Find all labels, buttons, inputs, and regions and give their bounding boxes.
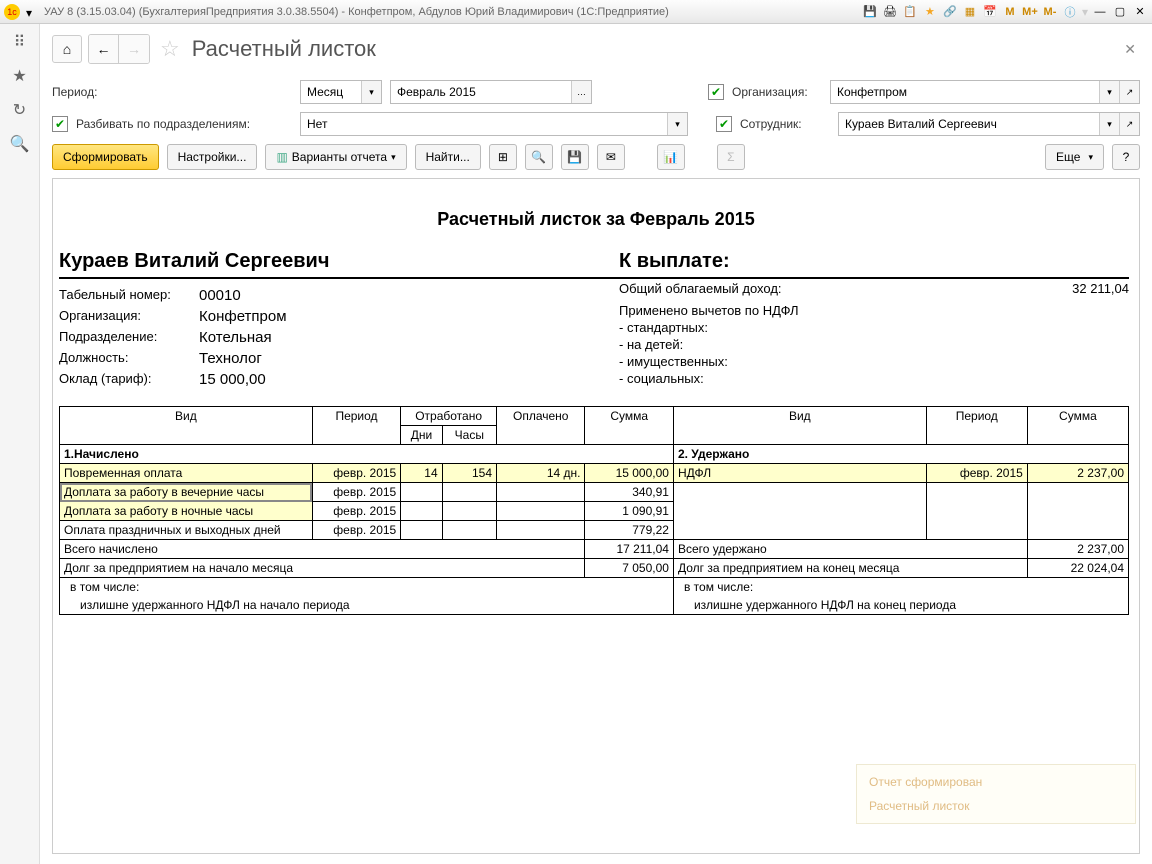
dept-label: Подразделение: [59,329,199,346]
variants-button[interactable]: ▥Варианты отчета▾ [265,144,406,170]
m-button[interactable]: M [1002,4,1018,20]
save-icon[interactable]: 💾 [862,4,878,20]
dropdown-icon[interactable]: ▾ [26,6,38,18]
link-icon[interactable]: 🔗 [942,4,958,20]
window-titlebar: 1c ▾ УАУ 8 (3.15.03.04) (БухгалтерияПред… [0,0,1152,24]
expand-button[interactable]: ⊞ [489,144,517,170]
emp-checkbox[interactable]: ✔ [716,116,732,132]
star-icon[interactable]: ★ [922,4,938,20]
left-dock: ⠿ ★ ↻ 🔍 [0,24,40,864]
org-info-value: Конфетпром [199,308,287,325]
salary-label: Оклад (тариф): [59,371,199,388]
table-row: Долг за предприятием на начало месяца 7 … [60,559,1129,578]
close-tab-button[interactable]: ✕ [1120,37,1140,62]
save-report-button[interactable]: 💾 [561,144,589,170]
apps-icon[interactable]: ⠿ [10,32,30,52]
chevron-down-icon[interactable]: ▾ [667,113,687,135]
dept-value: Котельная [199,329,272,346]
org-info-label: Организация: [59,308,199,325]
maximize-icon[interactable]: ▢ [1112,4,1128,20]
generate-button[interactable]: Сформировать [52,144,159,170]
window-title: УАУ 8 (3.15.03.04) (БухгалтерияПредприят… [44,6,862,18]
chevron-down-icon[interactable]: ▾ [1099,113,1119,135]
emp-combo[interactable]: Кураев Виталий Сергеевич ▾ ↗ [838,112,1140,136]
salary-value: 15 000,00 [199,371,266,388]
org-label: Организация: [732,85,822,99]
preview-button[interactable]: 🔍 [525,144,553,170]
mminus-button[interactable]: M- [1042,4,1058,20]
chart-button[interactable]: 📊 [657,144,685,170]
ded-social: - социальных: [619,370,1129,387]
info-icon[interactable]: ⓘ [1062,4,1078,20]
mplus-button[interactable]: M+ [1022,4,1038,20]
payroll-table: Вид Период Отработано Оплачено Сумма Вид… [59,406,1129,615]
more-button[interactable]: Еще▾ [1045,144,1104,170]
table-row[interactable]: Доплата за работу в ночные часы февр. 20… [60,502,1129,521]
table-row[interactable]: Доплата за работу в вечерние часы февр. … [60,483,1129,502]
history-icon[interactable]: ↻ [10,100,30,120]
period-type-combo[interactable]: Месяц ▾ [300,80,382,104]
settings-button[interactable]: Настройки... [167,144,258,170]
sum-button[interactable]: Σ [717,144,745,170]
split-label: Разбивать по подразделениям: [76,117,292,131]
table-row[interactable]: Оплата праздничных и выходных дней февр.… [60,521,1129,540]
pos-label: Должность: [59,350,199,367]
forward-button[interactable]: → [119,35,149,63]
app-icon: 1c [4,4,20,20]
print-icon[interactable]: 🖨 [882,4,898,20]
split-combo[interactable]: Нет ▾ [300,112,688,136]
notification-text: Расчетный листок [869,799,1123,813]
page-title: Расчетный листок [192,36,376,62]
org-combo[interactable]: Конфетпром ▾ ↗ [830,80,1140,104]
table-row: Всего начислено 17 211,04 Всего удержано… [60,540,1129,559]
home-button[interactable]: ⌂ [52,35,82,63]
chevron-down-icon[interactable]: ▾ [1099,81,1119,103]
minimize-icon[interactable]: — [1092,4,1108,20]
deductions-title: Применено вычетов по НДФЛ [619,302,1129,319]
close-icon[interactable]: ✕ [1132,4,1148,20]
ded-children: - на детей: [619,336,1129,353]
ellipsis-icon[interactable]: … [571,81,591,103]
tabno-label: Табельный номер: [59,287,199,304]
emp-label: Сотрудник: [740,117,830,131]
calc-icon[interactable]: ▦ [962,4,978,20]
split-checkbox[interactable]: ✔ [52,116,68,132]
copy-icon[interactable]: 📋 [902,4,918,20]
org-checkbox[interactable]: ✔ [708,84,724,100]
period-value-combo[interactable]: Февраль 2015 … [390,80,592,104]
pos-value: Технолог [199,350,262,367]
open-icon[interactable]: ↗ [1119,113,1139,135]
report-title: Расчетный листок за Февраль 2015 [53,209,1139,230]
notification-title: Отчет сформирован [869,775,1123,789]
ded-standard: - стандартных: [619,319,1129,336]
bookmark-star-icon[interactable]: ☆ [160,36,180,62]
table-row[interactable]: Повременная оплата февр. 2015 14 154 14 … [60,464,1129,483]
income-value: 32 211,04 [1072,281,1129,296]
income-label: Общий облагаемый доход: [619,281,782,296]
open-icon[interactable]: ↗ [1119,81,1139,103]
find-button[interactable]: Найти... [415,144,481,170]
table-row: излишне удержанного НДФЛ на начало перио… [60,596,1129,615]
report-viewport[interactable]: Расчетный листок за Февраль 2015 Кураев … [52,178,1140,854]
notification-toast[interactable]: Отчет сформирован Расчетный листок [856,764,1136,824]
calendar-icon[interactable]: 📅 [982,4,998,20]
back-button[interactable]: ← [89,35,119,63]
table-row: в том числе: в том числе: [60,578,1129,597]
employee-name: Кураев Виталий Сергеевич [59,250,619,279]
email-button[interactable]: ✉ [597,144,625,170]
help-button[interactable]: ? [1112,144,1140,170]
ded-property: - имущественных: [619,353,1129,370]
chevron-down-icon[interactable]: ▾ [361,81,381,103]
tabno-value: 00010 [199,287,241,304]
search-icon[interactable]: 🔍 [10,134,30,154]
pay-title: К выплате: [619,250,1129,279]
period-label: Период: [52,85,292,99]
content-area: ⌂ ← → ☆ Расчетный листок ✕ Период: Месяц… [40,24,1152,864]
favorite-icon[interactable]: ★ [10,66,30,86]
